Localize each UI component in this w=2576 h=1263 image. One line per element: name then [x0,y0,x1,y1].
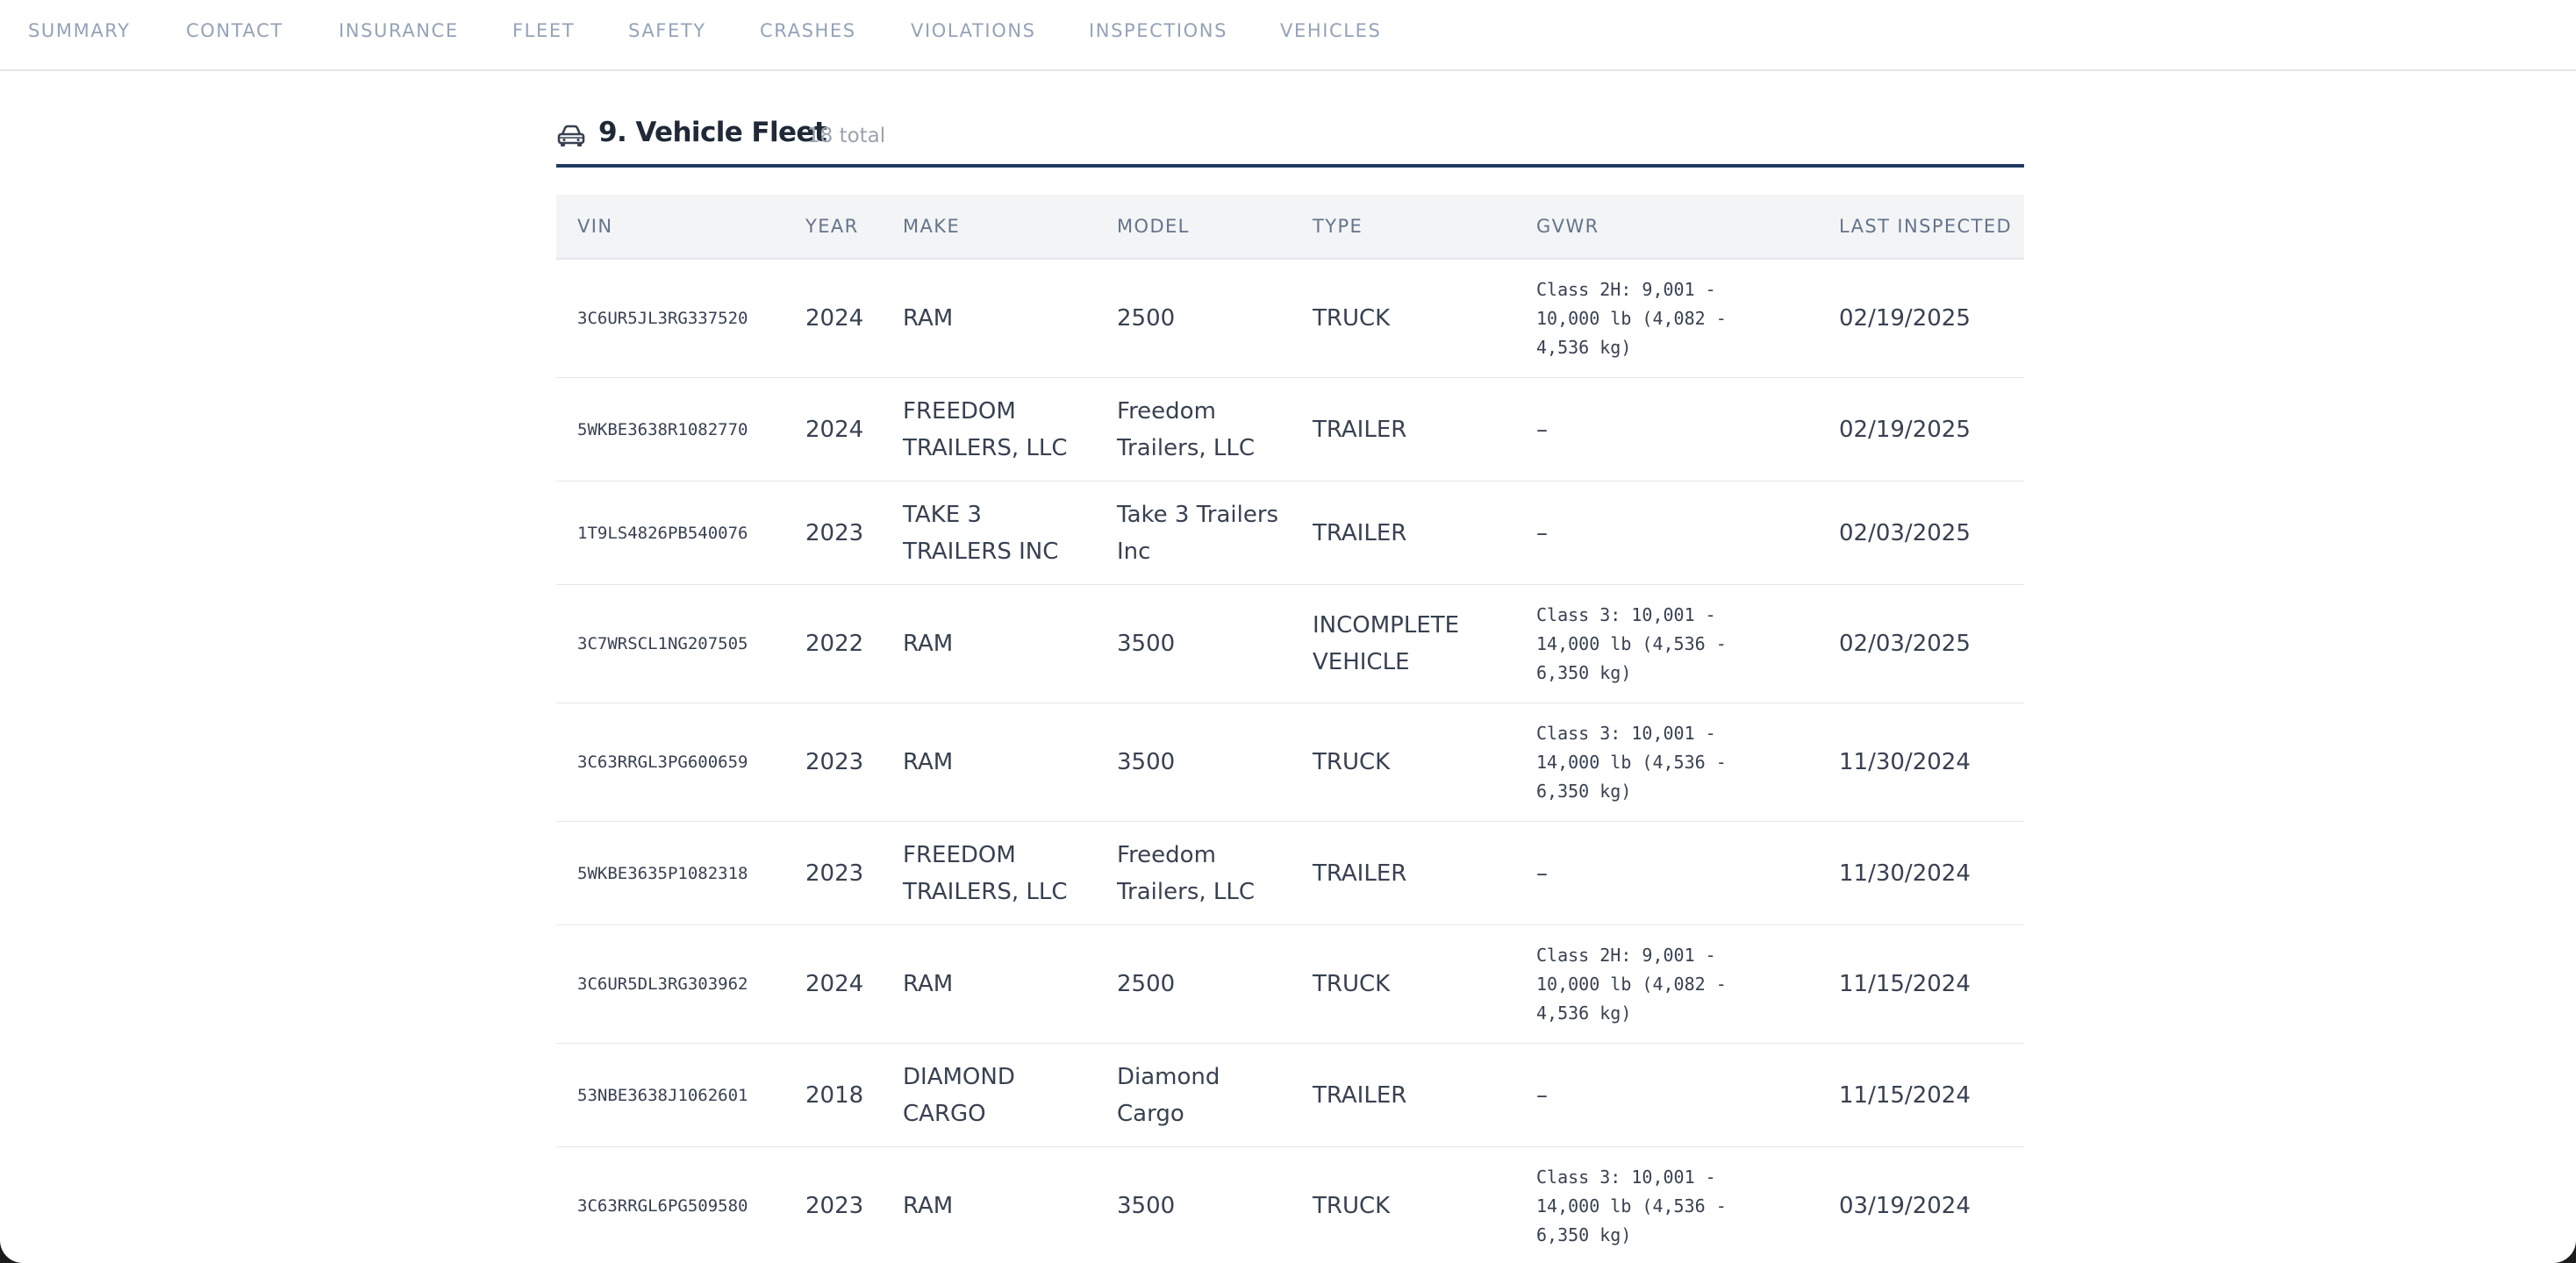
make-cell: FREEDOM TRAILERS, LLC [903,841,1068,905]
last-inspected-cell: 03/19/2024 [1839,1193,1971,1219]
nav-inspections[interactable]: INSPECTIONS [1089,20,1227,41]
type-cell: TRAILER [1313,416,1407,443]
vin-cell: 3C6UR5DL3RG303962 [577,974,748,994]
year-cell: 2023 [805,519,864,546]
model-cell: 3500 [1117,749,1176,775]
make-cell: DIAMOND CARGO [903,1063,1015,1127]
type-cell: TRUCK [1313,305,1391,332]
table-row[interactable]: 5WKBE3638R1082770 2024 FREEDOM TRAILERS,… [556,378,2024,482]
type-cell: TRUCK [1313,749,1391,775]
gvwr-cell: Class 2H: 9,001 - 10,000 lb (4,082 - 4,5… [1536,278,1727,358]
vin-cell: 3C63RRGL6PG509580 [577,1196,748,1216]
col-vin[interactable]: VIN [577,216,612,237]
table-row[interactable]: 1T9LS4826PB540076 2023 TAKE 3 TRAILERS I… [556,482,2024,585]
last-inspected-cell: 02/19/2025 [1839,305,1971,332]
vehicle-count: 18 total [807,125,886,147]
gvwr-cell: – [1536,860,1548,887]
make-cell: RAM [903,631,954,657]
vehicle-table: VIN YEAR MAKE MODEL TYPE GVWR LAST INSPE… [556,195,2024,1263]
vin-cell: 3C6UR5JL3RG337520 [577,309,748,328]
nav-summary[interactable]: SUMMARY [28,20,131,41]
last-inspected-cell: 11/15/2024 [1839,971,1971,997]
type-cell: TRAILER [1313,860,1407,887]
gvwr-cell: Class 3: 10,001 - 14,000 lb (4,536 - 6,3… [1536,1166,1727,1245]
type-cell: TRAILER [1313,1081,1407,1109]
last-inspected-cell: 02/03/2025 [1839,631,1971,657]
year-cell: 2023 [805,1193,864,1219]
col-last-inspected[interactable]: LAST INSPECTED [1839,216,2012,237]
vin-cell: 5WKBE3638R1082770 [577,419,748,439]
nav-crashes[interactable]: CRASHES [760,20,856,41]
vin-cell: 3C63RRGL3PG600659 [577,753,748,772]
year-cell: 2022 [805,631,864,657]
last-inspected-cell: 02/03/2025 [1839,519,1971,546]
last-inspected-cell: 11/30/2024 [1839,749,1971,775]
type-cell: INCOMPLETE VEHICLE [1313,612,1460,675]
model-cell: Freedom Trailers, LLC [1117,841,1256,905]
year-cell: 2023 [805,749,864,775]
vin-cell: 53NBE3638J1062601 [577,1085,748,1105]
table-row[interactable]: 3C63RRGL6PG509580 2023 RAM 3500 TRUCK Cl… [556,1147,2024,1263]
last-inspected-cell: 02/19/2025 [1839,416,1971,443]
nav-violations[interactable]: VIOLATIONS [911,20,1036,41]
top-nav: SUMMARY CONTACT INSURANCE FLEET SAFETY C… [0,0,2576,71]
col-gvwr[interactable]: GVWR [1536,216,1599,237]
nav-vehicles[interactable]: VEHICLES [1280,20,1381,41]
section-title: 9. Vehicle Fleet [598,117,827,148]
model-cell: Freedom Trailers, LLC [1117,397,1256,461]
make-cell: RAM [903,1193,954,1219]
last-inspected-cell: 11/30/2024 [1839,860,1971,887]
vin-cell: 5WKBE3635P1082318 [577,863,748,883]
col-make[interactable]: MAKE [903,216,960,237]
table-row[interactable]: 53NBE3638J1062601 2018 DIAMOND CARGO Dia… [556,1044,2024,1147]
type-cell: TRUCK [1313,971,1391,997]
model-cell: 3500 [1117,631,1176,657]
last-inspected-cell: 11/15/2024 [1839,1081,1971,1109]
col-type[interactable]: TYPE [1313,216,1363,237]
col-year[interactable]: YEAR [805,216,859,237]
nav-contact[interactable]: CONTACT [186,20,283,41]
section-header: 9. Vehicle Fleet 18 total [556,114,2024,167]
vin-cell: 1T9LS4826PB540076 [577,523,748,543]
model-cell: Diamond Cargo [1117,1063,1220,1127]
model-cell: 3500 [1117,1193,1176,1219]
table-row[interactable]: 5WKBE3635P1082318 2023 FREEDOM TRAILERS,… [556,822,2024,925]
make-cell: RAM [903,305,954,332]
table-row[interactable]: 3C6UR5JL3RG337520 2024 RAM 2500 TRUCK Cl… [556,260,2024,378]
year-cell: 2024 [805,416,864,443]
year-cell: 2024 [805,971,864,997]
type-cell: TRUCK [1313,1193,1391,1219]
model-cell: 2500 [1117,305,1176,332]
table-row[interactable]: 3C7WRSCL1NG207505 2022 RAM 3500 INCOMPLE… [556,585,2024,703]
table-header: VIN YEAR MAKE MODEL TYPE GVWR LAST INSPE… [556,195,2024,260]
page: SUMMARY CONTACT INSURANCE FLEET SAFETY C… [0,0,2576,1263]
car-icon [557,125,585,146]
year-cell: 2018 [805,1081,864,1109]
model-cell: Take 3 Trailers Inc [1117,501,1279,565]
gvwr-cell: – [1536,1081,1548,1109]
make-cell: FREEDOM TRAILERS, LLC [903,397,1068,461]
make-cell: RAM [903,749,954,775]
gvwr-cell: Class 2H: 9,001 - 10,000 lb (4,082 - 4,5… [1536,944,1727,1024]
year-cell: 2024 [805,305,864,332]
make-cell: RAM [903,971,954,997]
make-cell: TAKE 3 TRAILERS INC [903,501,1059,565]
section-divider [556,164,2024,168]
nav-insurance[interactable]: INSURANCE [339,20,459,41]
nav-safety[interactable]: SAFETY [628,20,706,41]
gvwr-cell: Class 3: 10,001 - 14,000 lb (4,536 - 6,3… [1536,722,1727,802]
vin-cell: 3C7WRSCL1NG207505 [577,634,748,653]
year-cell: 2023 [805,860,864,887]
table-row[interactable]: 3C63RRGL3PG600659 2023 RAM 3500 TRUCK Cl… [556,703,2024,822]
gvwr-cell: – [1536,519,1548,546]
gvwr-cell: – [1536,416,1548,443]
col-model[interactable]: MODEL [1117,216,1190,237]
gvwr-cell: Class 3: 10,001 - 14,000 lb (4,536 - 6,3… [1536,603,1727,683]
table-row[interactable]: 3C6UR5DL3RG303962 2024 RAM 2500 TRUCK Cl… [556,925,2024,1044]
model-cell: 2500 [1117,971,1176,997]
type-cell: TRAILER [1313,519,1407,546]
nav-fleet[interactable]: FLEET [512,20,575,41]
